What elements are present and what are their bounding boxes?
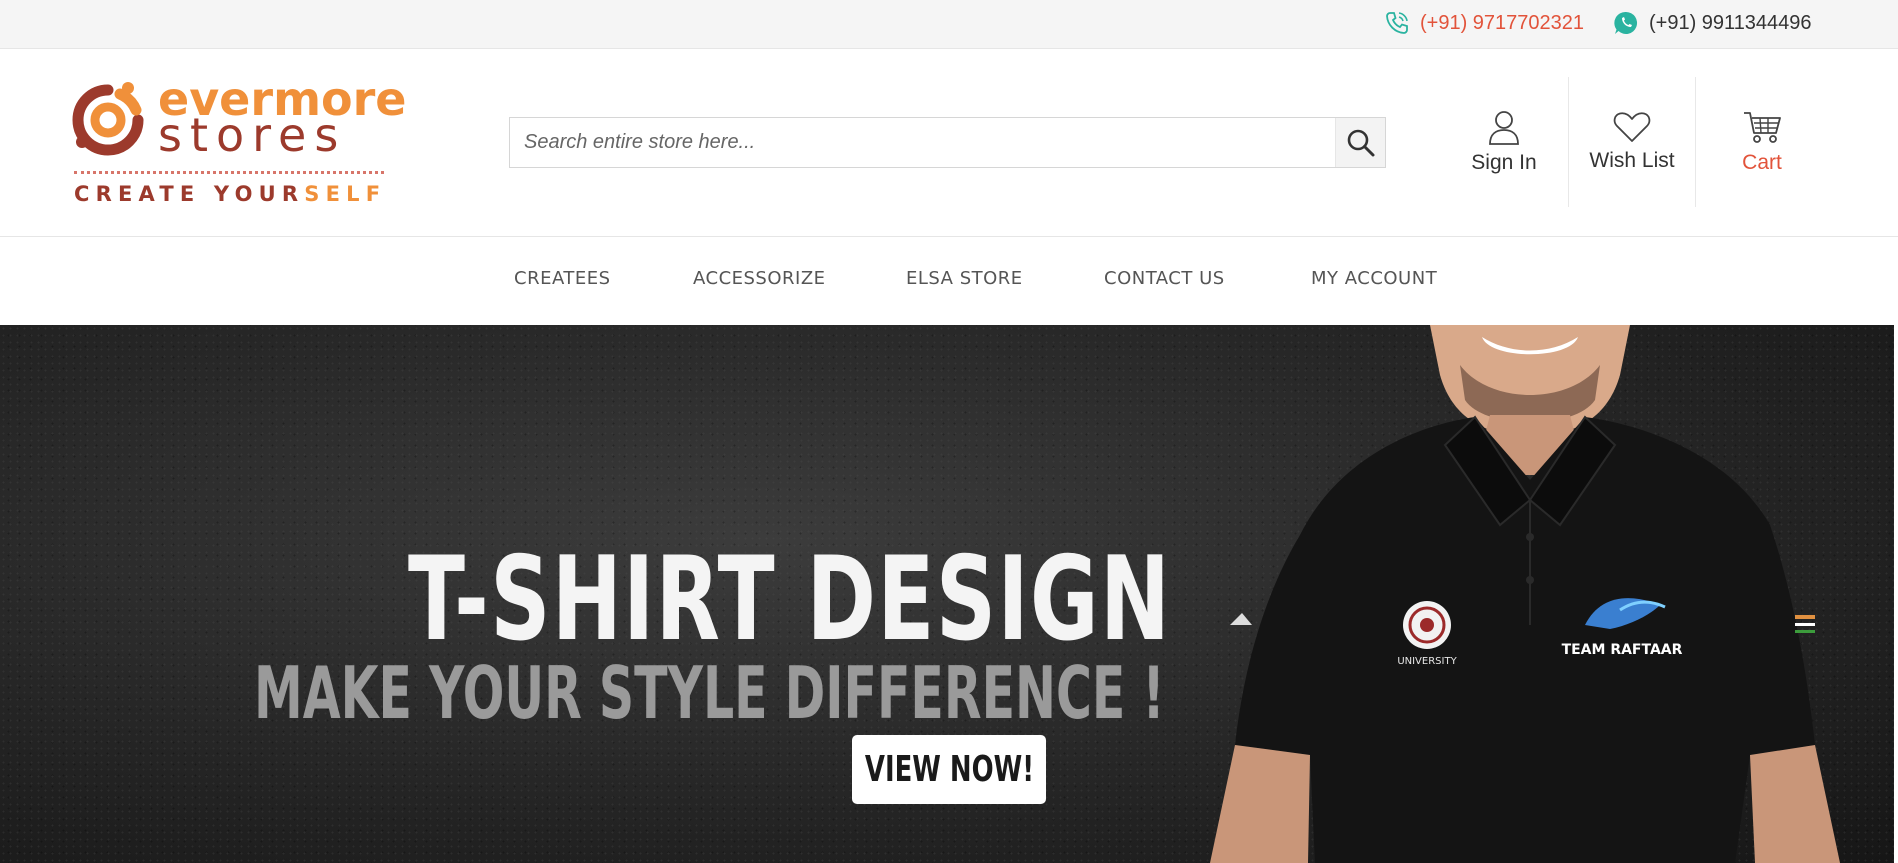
phone-contact[interactable]: (+91) 9717702321 <box>1384 10 1584 36</box>
search-icon <box>1347 129 1374 156</box>
site-header: evermore stores CREATE YOURSELF Sign In … <box>0 49 1898 237</box>
view-now-button[interactable]: VIEW NOW! <box>852 735 1046 804</box>
whatsapp-icon <box>1614 11 1638 34</box>
whatsapp-number[interactable]: (+91) 9911344496 <box>1649 12 1812 35</box>
whatsapp-contact[interactable]: (+91) 9911344496 <box>1613 10 1812 36</box>
top-contact-bar: (+91) 9717702321 (+91) 9911344496 <box>0 0 1898 49</box>
phone-number[interactable]: (+91) 9717702321 <box>1420 12 1584 35</box>
user-icon <box>1489 111 1519 145</box>
search-bar <box>509 117 1386 168</box>
view-now-label: VIEW NOW! <box>864 749 1034 790</box>
store-logo[interactable]: evermore stores CREATE YOURSELF <box>68 76 407 216</box>
shirt-logo-right-text: TEAM RAFTAAR <box>1562 642 1683 658</box>
nav-item-elsa-store[interactable]: ELSA STORE <box>906 268 1023 289</box>
hero-banner[interactable]: T-SHIRT DESIGN MAKE YOUR STYLE DIFFERENC… <box>0 325 1894 863</box>
main-nav: CREATEES ACCESSORIZE ELSA STORE CONTACT … <box>0 237 1898 325</box>
nav-item-createes[interactable]: CREATEES <box>514 268 611 289</box>
search-button[interactable] <box>1335 118 1385 167</box>
sign-in-link[interactable]: Sign In <box>1440 77 1568 207</box>
wish-list-label: Wish List <box>1589 149 1675 172</box>
model-in-black-polo-image: UNIVERSITY TEAM RAFTAAR <box>1210 325 1840 863</box>
nav-item-my-account[interactable]: MY ACCOUNT <box>1311 268 1437 289</box>
banner-title: T-SHIRT DESIGN <box>408 532 1172 667</box>
cart-icon <box>1744 112 1781 143</box>
search-input[interactable] <box>510 118 1336 167</box>
cart-label: Cart <box>1742 151 1782 174</box>
heart-icon <box>1613 112 1651 142</box>
logo-text-stores: stores <box>158 108 347 162</box>
banner-subtitle: MAKE YOUR STYLE DIFFERENCE ! <box>254 651 1165 735</box>
logo-tagline: CREATE YOURSELF <box>74 182 386 206</box>
wish-list-link[interactable]: Wish List <box>1568 77 1696 207</box>
cart-link[interactable]: Cart <box>1697 77 1827 207</box>
nav-item-contact-us[interactable]: CONTACT US <box>1104 268 1225 289</box>
sign-in-label: Sign In <box>1471 151 1537 174</box>
logo-tagline-b: SELF <box>304 182 387 206</box>
logo-divider <box>74 171 384 174</box>
phone-icon <box>1386 12 1408 34</box>
shirt-logo-left-text: UNIVERSITY <box>1397 656 1457 667</box>
logo-mark-icon <box>72 82 144 156</box>
nav-item-accessorize[interactable]: ACCESSORIZE <box>693 268 826 289</box>
logo-tagline-a: CREATE YOUR <box>74 182 305 206</box>
